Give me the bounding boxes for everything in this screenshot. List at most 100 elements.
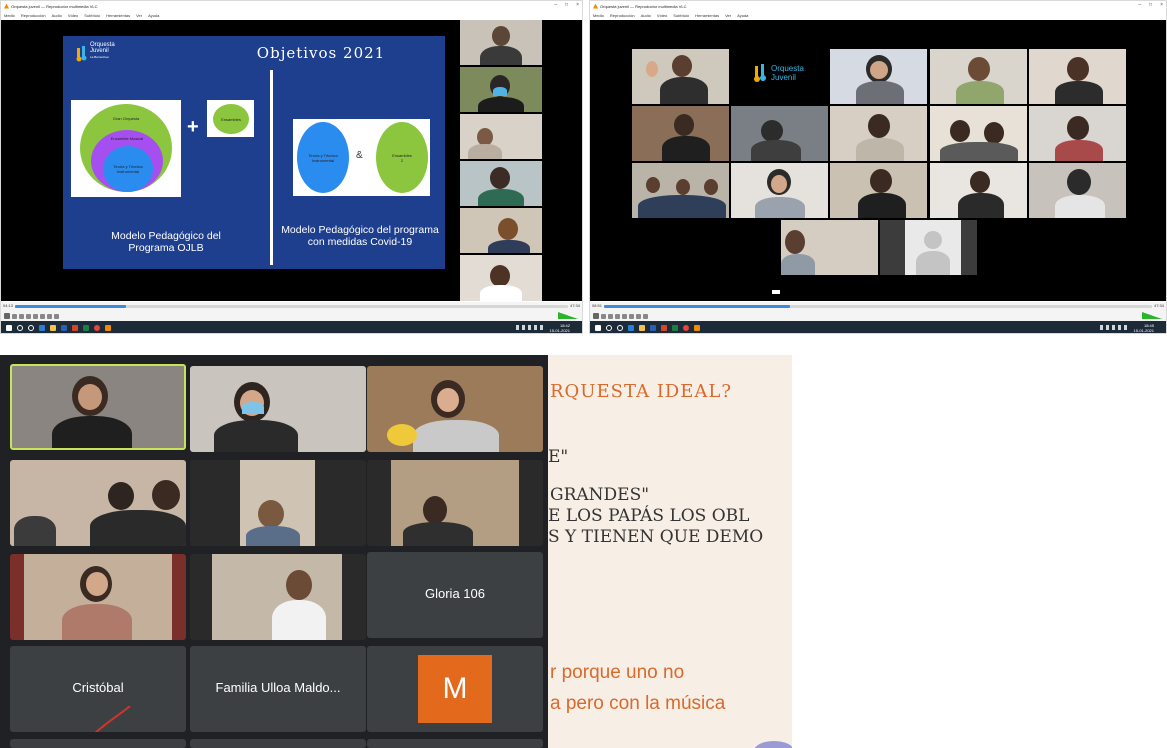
close-icon[interactable]: ×	[1160, 2, 1163, 8]
minimize-icon[interactable]: –	[554, 2, 557, 8]
seek-progress	[604, 305, 791, 308]
stop-icon[interactable]	[608, 313, 613, 319]
folder-icon[interactable]	[639, 324, 645, 331]
stop-icon[interactable]	[19, 313, 24, 319]
seek-track[interactable]	[604, 305, 1152, 308]
folder-icon[interactable]	[50, 324, 56, 331]
vlc-taskbar-icon[interactable]	[105, 324, 111, 331]
participant-tile[interactable]	[367, 366, 543, 452]
time-total: 47:34	[569, 303, 580, 308]
menu-item-ayuda[interactable]: Ayuda	[737, 13, 748, 18]
menu-item-herramientas[interactable]: Herramientas	[695, 13, 719, 18]
vlc-taskbar-icon[interactable]	[694, 324, 700, 331]
search-icon[interactable]	[606, 324, 612, 331]
task-view-icon[interactable]	[28, 324, 34, 331]
menu-item-medio[interactable]: Medio	[4, 13, 15, 18]
participant-tile[interactable]	[190, 554, 366, 640]
participant-tile[interactable]	[367, 460, 543, 546]
participant-tile[interactable]	[190, 460, 366, 546]
menu-item-subtitulo[interactable]: Subtítulo	[673, 13, 689, 18]
chrome-icon[interactable]	[94, 324, 100, 331]
task-view-icon[interactable]	[617, 324, 623, 331]
participant-name: Familia Ulloa Maldo...	[215, 680, 341, 695]
participant-tile[interactable]	[10, 554, 186, 640]
menu-item-audio[interactable]: Audio	[641, 13, 651, 18]
participant-tile-gloria[interactable]: Gloria 106	[367, 552, 543, 638]
pause-icon[interactable]	[593, 313, 599, 319]
maximize-icon[interactable]: □	[565, 2, 568, 8]
file-explorer-icon[interactable]	[39, 324, 45, 331]
menu-item-reproduccion[interactable]: Reproducción	[610, 13, 635, 18]
loop-icon[interactable]	[636, 313, 641, 319]
loop-icon[interactable]	[47, 313, 52, 319]
participant-tile-active-speaker[interactable]	[10, 364, 186, 450]
participant-tile	[460, 20, 542, 65]
excel-icon[interactable]	[672, 324, 678, 331]
search-icon[interactable]	[17, 324, 23, 331]
minimize-icon[interactable]: –	[1138, 2, 1141, 8]
menu-item-reproduccion[interactable]: Reproducción	[21, 13, 46, 18]
previous-icon[interactable]	[601, 313, 606, 319]
participant-tile[interactable]	[367, 739, 543, 748]
volume-slider[interactable]	[558, 312, 578, 319]
video-area[interactable]: Orquesta Juvenil La Barnechea Objetivos …	[1, 20, 582, 301]
menu-bar: Medio Reproducción Audio Vídeo Subtítulo…	[590, 11, 1166, 19]
volume-slider[interactable]	[1142, 312, 1162, 319]
chrome-icon[interactable]	[683, 324, 689, 331]
menu-item-ver[interactable]: Ver	[725, 13, 731, 18]
menu-item-video[interactable]: Vídeo	[68, 13, 78, 18]
meet-participant-grid: Gloria 106 Cristóbal Familia Ulloa Maldo…	[0, 355, 548, 748]
grid-pager-indicator[interactable]	[772, 290, 780, 294]
word-icon[interactable]	[650, 324, 656, 331]
powerpoint-icon[interactable]	[661, 324, 667, 331]
video-tile	[830, 49, 927, 104]
seek-track[interactable]	[15, 305, 568, 308]
video-tile	[930, 106, 1027, 161]
video-tile	[632, 163, 729, 218]
participant-tile[interactable]	[10, 460, 186, 546]
video-area[interactable]: Orquesta Juvenil	[590, 20, 1166, 301]
participant-tile[interactable]	[190, 366, 366, 452]
shuffle-icon[interactable]	[54, 313, 59, 319]
next-icon[interactable]	[26, 313, 31, 319]
grid-logo-line-2: Juvenil	[771, 73, 796, 82]
file-explorer-icon[interactable]	[628, 324, 634, 331]
annotation-stroke	[94, 706, 131, 732]
participant-tile[interactable]	[190, 739, 366, 748]
menu-item-video[interactable]: Vídeo	[657, 13, 667, 18]
previous-icon[interactable]	[12, 313, 17, 319]
participant-tile-m[interactable]: M	[367, 646, 543, 732]
windows-start-icon[interactable]	[595, 324, 601, 331]
seek-bar[interactable]: 08:51 47:34	[590, 302, 1166, 311]
next-icon[interactable]	[615, 313, 620, 319]
maximize-icon[interactable]: □	[1149, 2, 1152, 8]
menu-item-ayuda[interactable]: Ayuda	[148, 13, 159, 18]
playlist-icon[interactable]	[40, 313, 45, 319]
participant-tile-familia-ulloa[interactable]: Familia Ulloa Maldo...	[190, 646, 366, 732]
play-icon[interactable]	[4, 313, 10, 319]
participant-name: Cristóbal	[72, 680, 124, 695]
participant-tile-cristobal[interactable]: Cristóbal	[10, 646, 186, 732]
fullscreen-icon[interactable]	[33, 313, 38, 319]
seek-bar[interactable]: 04:13 47:34	[1, 302, 582, 311]
logo-line-3: La Barnechea	[90, 55, 109, 59]
shuffle-icon[interactable]	[643, 313, 648, 319]
windows-start-icon[interactable]	[6, 324, 12, 331]
presentation-slide: Orquesta Juvenil La Barnechea Objetivos …	[63, 36, 445, 269]
menu-item-subtitulo[interactable]: Subtítulo	[84, 13, 100, 18]
fullscreen-icon[interactable]	[622, 313, 627, 319]
menu-bar: Medio Reproducción Audio Vídeo Subtítulo…	[1, 11, 582, 19]
time-total: 47:34	[1153, 303, 1164, 308]
word-icon[interactable]	[61, 324, 67, 331]
participant-tile[interactable]	[10, 739, 186, 748]
window-titlebar: Orquesta juvenil — Reproductor multimedi…	[1, 1, 582, 11]
vlc-window-left: Orquesta juvenil — Reproductor multimedi…	[0, 0, 583, 334]
menu-item-audio[interactable]: Audio	[52, 13, 62, 18]
powerpoint-icon[interactable]	[72, 324, 78, 331]
playlist-icon[interactable]	[629, 313, 634, 319]
menu-item-herramientas[interactable]: Herramientas	[106, 13, 130, 18]
close-icon[interactable]: ×	[576, 2, 579, 8]
menu-item-medio[interactable]: Medio	[593, 13, 604, 18]
menu-item-ver[interactable]: Ver	[136, 13, 142, 18]
excel-icon[interactable]	[83, 324, 89, 331]
